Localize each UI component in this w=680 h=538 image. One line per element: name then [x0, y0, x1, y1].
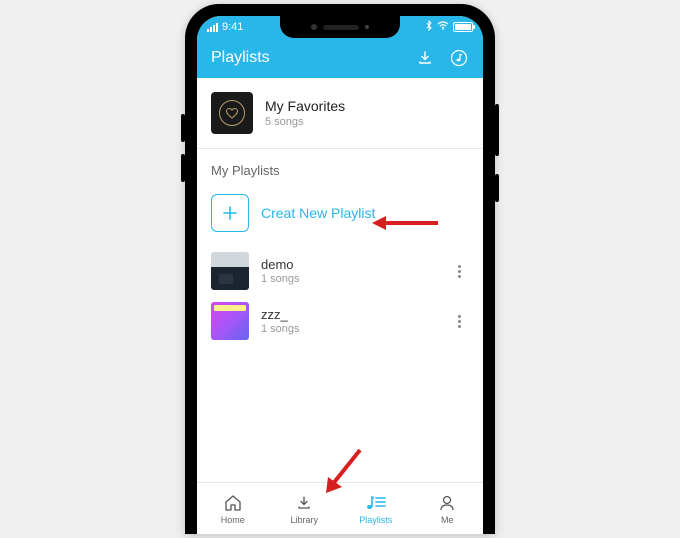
more-options-icon[interactable] [449, 265, 469, 278]
nav-label: Home [221, 515, 245, 525]
playlist-row[interactable]: zzz_ 1 songs [197, 296, 483, 346]
page-title: Playlists [211, 49, 270, 67]
wifi-icon [437, 21, 449, 33]
playlist-subtitle: 1 songs [261, 273, 437, 285]
playlist-thumbnail [211, 302, 249, 340]
side-button [181, 154, 185, 182]
create-playlist-label: Creat New Playlist [261, 205, 375, 221]
annotation-arrow [318, 445, 368, 500]
favorites-subtitle: 5 songs [265, 116, 345, 128]
nav-label: Library [290, 515, 318, 525]
section-label: My Playlists [197, 149, 483, 188]
playlist-title: zzz_ [261, 307, 437, 322]
home-icon [222, 493, 244, 513]
annotation-arrow [370, 213, 440, 233]
app-header: Playlists [197, 38, 483, 78]
content-area: My Favorites 5 songs My Playlists Creat … [197, 78, 483, 482]
signal-icon [207, 23, 218, 32]
side-button [495, 104, 499, 156]
download-icon[interactable] [415, 48, 435, 68]
sensor-icon [365, 25, 369, 29]
download-icon [293, 493, 315, 513]
nav-label: Me [441, 515, 454, 525]
status-time: 9:41 [222, 21, 243, 33]
create-playlist-button[interactable]: Creat New Playlist [197, 188, 483, 246]
bluetooth-icon [425, 20, 433, 34]
person-icon [436, 493, 458, 513]
playlist-thumbnail [211, 252, 249, 290]
favorites-thumbnail [211, 92, 253, 134]
favorites-row[interactable]: My Favorites 5 songs [197, 78, 483, 148]
heart-icon [219, 100, 245, 126]
music-note-icon[interactable] [449, 48, 469, 68]
side-button [495, 174, 499, 202]
more-options-icon[interactable] [449, 315, 469, 328]
nav-me[interactable]: Me [412, 483, 484, 534]
side-button [181, 114, 185, 142]
camera-icon [311, 24, 317, 30]
battery-icon [453, 22, 473, 32]
playlist-row[interactable]: demo 1 songs [197, 246, 483, 296]
playlist-title: demo [261, 257, 437, 272]
notch [280, 16, 400, 38]
playlist-icon [365, 493, 387, 513]
favorites-title: My Favorites [265, 98, 345, 114]
nav-home[interactable]: Home [197, 483, 269, 534]
speaker-icon [323, 25, 359, 30]
plus-icon [211, 194, 249, 232]
playlist-subtitle: 1 songs [261, 323, 437, 335]
nav-label: Playlists [359, 515, 392, 525]
